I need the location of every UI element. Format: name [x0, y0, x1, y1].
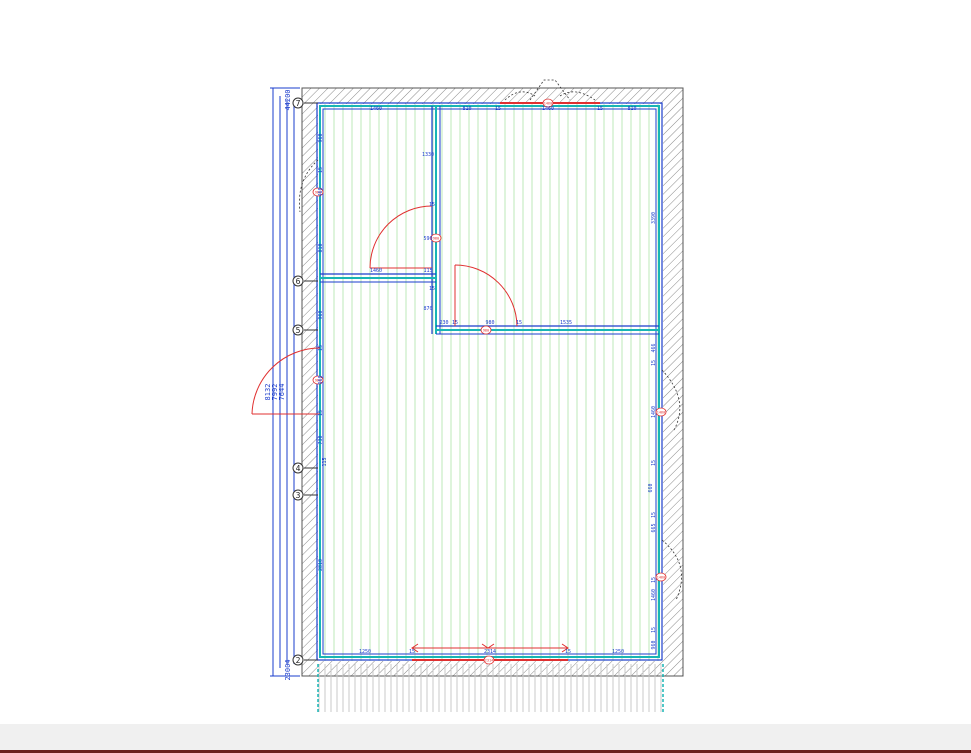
- opening-tag-label: 980: [483, 329, 489, 333]
- bottom-wall-dimension: 15: [565, 649, 571, 655]
- left-wall-dimension: 730: [318, 435, 324, 444]
- axis-marker-label: 4: [296, 464, 301, 473]
- axis-marker-label: 2: [296, 656, 301, 665]
- bottom-wall-dimension: 1250: [612, 649, 624, 655]
- opening-tag-label: 1460: [544, 102, 552, 106]
- opening-tag-label: 980: [433, 237, 439, 241]
- right-wall-dimension: 15: [651, 460, 657, 466]
- left-wall-dimension: 460: [318, 187, 324, 196]
- drawing-canvas[interactable]: 765432 1460 960 960 980 980 1460 1460 2314 4420…: [0, 0, 971, 724]
- left-wall-dimension: 960: [318, 375, 324, 384]
- axis-marker-label: 6: [296, 277, 301, 286]
- right-wall-dimension: 3390: [651, 212, 657, 224]
- interior-wall-dimension: 15: [452, 320, 458, 326]
- left-wall-dimension: 960: [318, 133, 324, 142]
- right-wall-dimension: 15: [651, 512, 657, 518]
- opening-tag-label: 2314: [485, 659, 493, 663]
- top-wall-dimension: 810: [627, 106, 636, 112]
- left-wall-dimension: 2810: [318, 559, 324, 571]
- left-wall-dimension: 15: [318, 345, 324, 351]
- right-wall-dimension: 15: [651, 360, 657, 366]
- interior-wall-dimension: 230: [439, 320, 448, 326]
- top-wall-dimension: 15: [495, 106, 501, 112]
- interior-wall-dimension: 115: [423, 268, 432, 274]
- right-wall-dimension: 665: [651, 523, 657, 532]
- floor-plan: 765432 1460960960980980146014602314 4420…: [251, 79, 684, 712]
- axis-marker-label: 5: [296, 326, 301, 335]
- overall-dimension-lines: [270, 87, 300, 677]
- interior-wall-dimension: 1460: [370, 268, 382, 274]
- top-wall-dimension: 810: [462, 106, 471, 112]
- interior-wall-dimension: 980: [485, 320, 494, 326]
- bottom-wall-dimension: 1250: [359, 649, 371, 655]
- interior-wall-dimension: 15: [516, 320, 522, 326]
- right-wall-dimension: 1460: [651, 406, 657, 418]
- axis-marker-label: 3: [296, 491, 301, 500]
- right-wall-dimension: 1460: [651, 589, 657, 601]
- right-wall-dimension: 466: [651, 343, 657, 352]
- left-wall-dimension: 810: [318, 243, 324, 252]
- interior-wall-dimension: 15: [429, 286, 435, 292]
- interior-wall-dimension: 1535: [560, 320, 572, 326]
- bottom-wall-dimension: 2314: [484, 649, 496, 655]
- right-wall-dimension: 660: [648, 483, 654, 492]
- left-wall-dimension: 15: [318, 167, 324, 173]
- overall-dimension-label: 44200: [284, 89, 292, 110]
- bottom-wall-dimension: 15: [409, 649, 415, 655]
- floor-area: [318, 104, 663, 661]
- right-wall-dimension: 15: [651, 577, 657, 583]
- opening-tag-label: 1460: [657, 576, 665, 580]
- top-wall-dimension: 1460: [370, 106, 382, 112]
- interior-wall-dimension: 870: [423, 306, 432, 312]
- left-wall-dimension: 960: [318, 310, 324, 319]
- top-wall-dimension: 15: [597, 106, 603, 112]
- opening-tag-label: 1460: [657, 411, 665, 415]
- overall-dimension-label: 7644: [278, 384, 286, 401]
- status-bar: [0, 724, 971, 750]
- right-wall-dimension: 15: [651, 627, 657, 633]
- porch-area: [318, 664, 663, 712]
- overall-dimension-label: 23004: [284, 659, 292, 680]
- top-wall-dimension: 1460: [542, 106, 554, 112]
- axis-marker-label: 7: [296, 99, 301, 108]
- interior-wall-dimension: 1330: [422, 152, 434, 158]
- interior-wall-dimension: 15: [429, 202, 435, 208]
- interior-wall-dimension: 590: [423, 236, 432, 242]
- left-wall-dimension: 115: [322, 457, 328, 466]
- right-wall-dimension: 960: [651, 640, 657, 649]
- left-wall-dimension: 15: [318, 410, 324, 416]
